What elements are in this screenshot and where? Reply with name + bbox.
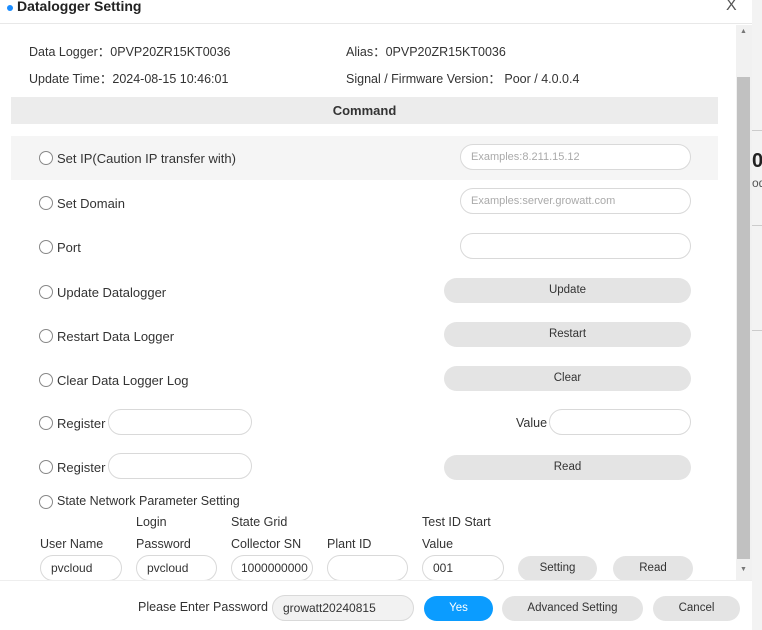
clear-row: Clear Data Logger Log Clear xyxy=(11,357,718,401)
set-domain-label: Set Domain xyxy=(57,196,125,211)
yes-button[interactable]: Yes xyxy=(424,596,493,621)
set-domain-row: Set Domain Examples:server.growatt.com xyxy=(11,180,718,224)
test-id-label: Test ID Start xyxy=(422,515,491,529)
cancel-button[interactable]: Cancel xyxy=(653,596,740,621)
clear-button[interactable]: Clear xyxy=(444,366,691,391)
dialog-footer: Please Enter Password growatt20240815 Ye… xyxy=(0,580,752,630)
register-read-radio[interactable] xyxy=(39,460,53,474)
background-page: 0 od xyxy=(752,0,762,630)
value-label: Value xyxy=(516,416,548,430)
collector-sn-input[interactable]: 1000000000 xyxy=(231,555,313,580)
register-read-label: Register xyxy=(57,460,106,475)
port-radio[interactable] xyxy=(39,240,53,254)
test-id-input[interactable]: 001 xyxy=(422,555,504,580)
restart-radio[interactable] xyxy=(39,329,53,343)
restart-button[interactable]: Restart xyxy=(444,322,691,347)
background-text: od xyxy=(752,176,762,190)
alias-info: Alias：0PVP20ZR15KT0036 xyxy=(346,45,506,59)
plant-id-label: Plant ID xyxy=(327,537,372,551)
scrollbar[interactable]: ▲ ▼ xyxy=(736,25,752,580)
dialog-body: Data Logger：0PVP20ZR15KT0036 Alias：0PVP2… xyxy=(0,25,736,580)
register-read-input[interactable] xyxy=(108,453,252,479)
register-set-radio[interactable] xyxy=(39,416,53,430)
user-name-input[interactable]: pvcloud xyxy=(40,555,122,580)
scrollbar-thumb[interactable] xyxy=(737,77,750,559)
dialog-title: Datalogger Setting xyxy=(17,0,142,14)
user-name-label: User Name xyxy=(40,537,104,551)
password-label: Password xyxy=(136,537,191,551)
update-row: Update Datalogger Update xyxy=(11,269,718,313)
clear-radio[interactable] xyxy=(39,373,53,387)
password-input[interactable]: growatt20240815 xyxy=(272,595,414,621)
set-ip-row: Set IP(Caution IP transfer with) Example… xyxy=(11,136,718,180)
state-grid-label: State Grid xyxy=(231,515,288,529)
update-button[interactable]: Update xyxy=(444,278,691,303)
set-ip-input[interactable]: Examples:8.211.15.12 xyxy=(460,144,691,170)
close-icon[interactable]: X xyxy=(726,0,737,15)
register-set-input[interactable] xyxy=(108,409,252,435)
signal-firmware-info: Signal / Firmware Version： Poor / 4.0.0.… xyxy=(346,72,580,86)
restart-row: Restart Data Logger Restart xyxy=(11,313,718,357)
update-radio[interactable] xyxy=(39,285,53,299)
login-label: Login xyxy=(136,515,167,529)
port-row: Port xyxy=(11,225,718,269)
state-network-radio[interactable] xyxy=(39,495,53,509)
data-logger-info: Data Logger：0PVP20ZR15KT0036 xyxy=(29,45,231,59)
state-network-label: State Network Parameter Setting xyxy=(57,494,240,508)
clear-label: Clear Data Logger Log xyxy=(57,373,189,388)
title-dot-icon xyxy=(7,5,13,11)
register-set-label: Register xyxy=(57,416,106,431)
port-input[interactable] xyxy=(460,233,691,259)
datalogger-setting-dialog: Datalogger Setting X Data Logger：0PVP20Z… xyxy=(0,0,752,630)
background-text: 0 xyxy=(752,150,762,172)
scroll-up-icon[interactable]: ▲ xyxy=(740,28,747,35)
state-grid-read-button[interactable]: Read xyxy=(613,556,693,580)
register-read-button[interactable]: Read xyxy=(444,455,691,480)
plant-id-input[interactable] xyxy=(327,555,408,580)
register-value-input[interactable] xyxy=(549,409,691,435)
login-password-input[interactable]: pvcloud xyxy=(136,555,217,580)
register-read-row: Register Read xyxy=(11,446,718,490)
collector-sn-label: Collector SN xyxy=(231,537,302,551)
restart-label: Restart Data Logger xyxy=(57,329,175,344)
set-ip-radio[interactable] xyxy=(39,151,53,165)
set-domain-radio[interactable] xyxy=(39,196,53,210)
password-prompt-label: Please Enter Password xyxy=(138,600,268,614)
command-header: Command xyxy=(11,97,718,124)
set-ip-label: Set IP(Caution IP transfer with) xyxy=(57,151,236,166)
set-domain-input[interactable]: Examples:server.growatt.com xyxy=(460,188,691,214)
update-label: Update Datalogger xyxy=(57,285,167,300)
port-label: Port xyxy=(57,240,81,255)
scroll-down-icon[interactable]: ▼ xyxy=(740,566,747,573)
test-value-label: Value xyxy=(422,537,454,551)
advanced-setting-button[interactable]: Advanced Setting xyxy=(502,596,643,621)
register-set-row: Register Value xyxy=(11,402,718,446)
dialog-header: Datalogger Setting X xyxy=(0,0,752,24)
update-time-info: Update Time：2024-08-15 10:46:01 xyxy=(29,72,229,86)
state-grid-setting-button[interactable]: Setting xyxy=(518,556,597,580)
